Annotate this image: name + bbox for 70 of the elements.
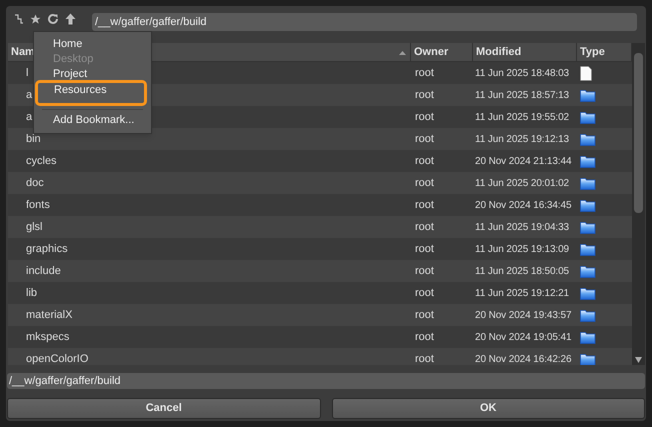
scroll-down-icon[interactable]: [635, 357, 642, 363]
table-cell: 20 Nov 2024 19:05:41: [475, 332, 572, 342]
table-cell: root: [415, 88, 434, 101]
folder-icon: [580, 264, 596, 278]
path-field[interactable]: /__w/gaffer/gaffer/build: [7, 373, 645, 389]
table-cell: root: [415, 220, 434, 233]
menu-item[interactable]: Resources: [35, 80, 147, 106]
table-cell: root: [415, 264, 434, 277]
table-cell: root: [415, 66, 434, 79]
table-cell: 11 Jun 2025 20:01:02: [475, 178, 570, 188]
table-cell: glsl: [26, 220, 43, 233]
menu-item[interactable]: Project: [34, 67, 151, 82]
table-cell: a: [26, 110, 32, 123]
folder-icon: [580, 352, 596, 365]
folder-icon: [580, 198, 596, 212]
menu-item[interactable]: Add Bookmark...: [34, 113, 151, 128]
table-cell: fonts: [26, 198, 50, 211]
table-cell: 11 Jun 2025 19:55:02: [475, 112, 570, 122]
table-cell: 20 Nov 2024 16:42:26: [475, 354, 572, 364]
folder-icon: [580, 132, 596, 146]
folder-icon: [580, 176, 596, 190]
table-cell: 11 Jun 2025 19:12:21: [475, 288, 570, 298]
table-cell: root: [415, 286, 434, 299]
up-arrow-icon[interactable]: [65, 13, 76, 25]
folder-icon: [580, 154, 596, 168]
folder-icon: [580, 242, 596, 256]
scrollbar-thumb[interactable]: [634, 53, 643, 213]
table-cell: openColorIO: [26, 352, 88, 365]
dialog-button[interactable]: Cancel: [7, 398, 320, 419]
path-up-icon[interactable]: [14, 13, 24, 25]
table-cell: a: [26, 88, 32, 101]
table-cell: root: [415, 198, 434, 211]
folder-icon: [580, 88, 596, 102]
table-cell: cycles: [26, 154, 57, 167]
table-cell: include: [26, 264, 61, 277]
table-cell: 11 Jun 2025 18:50:05: [475, 266, 570, 276]
table-cell: 11 Jun 2025 19:04:33: [475, 222, 570, 232]
folder-icon: [580, 110, 596, 124]
table-cell: root: [415, 308, 434, 321]
dialog-button[interactable]: OK: [332, 398, 645, 419]
refresh-icon[interactable]: [47, 13, 59, 25]
file-icon: [580, 66, 592, 80]
table-cell: materialX: [26, 308, 72, 321]
table-cell: 11 Jun 2025 19:13:09: [475, 244, 570, 254]
table-cell: lib: [26, 286, 38, 299]
folder-icon: [580, 286, 596, 300]
table-cell: 11 Jun 2025 18:57:13: [475, 90, 570, 100]
table-cell: root: [415, 330, 434, 343]
table-cell: root: [415, 176, 434, 189]
folder-icon: [580, 220, 596, 234]
folder-icon: [580, 330, 596, 344]
table-cell: root: [415, 132, 434, 145]
table-cell: 20 Nov 2024 19:43:57: [475, 310, 572, 320]
table-cell: root: [415, 110, 434, 123]
star-icon[interactable]: [30, 14, 41, 24]
table-cell: 11 Jun 2025 19:12:13: [475, 134, 570, 144]
table-cell: 20 Nov 2024 16:34:45: [475, 200, 572, 210]
table-cell: root: [415, 352, 434, 365]
table-cell: bin: [26, 132, 41, 145]
table-cell: graphics: [26, 242, 68, 255]
table-cell: l: [26, 66, 28, 79]
table-cell: doc: [26, 176, 44, 189]
table-cell: root: [415, 154, 434, 167]
table-cell: mkspecs: [26, 330, 70, 343]
table-cell: 11 Jun 2025 18:48:03: [475, 68, 570, 78]
path-field[interactable]: /__w/gaffer/gaffer/build: [92, 13, 637, 31]
table-cell: root: [415, 242, 434, 255]
table-cell: 20 Nov 2024 21:13:44: [475, 156, 572, 166]
folder-icon: [580, 308, 596, 322]
scrollbar[interactable]: [632, 43, 645, 365]
